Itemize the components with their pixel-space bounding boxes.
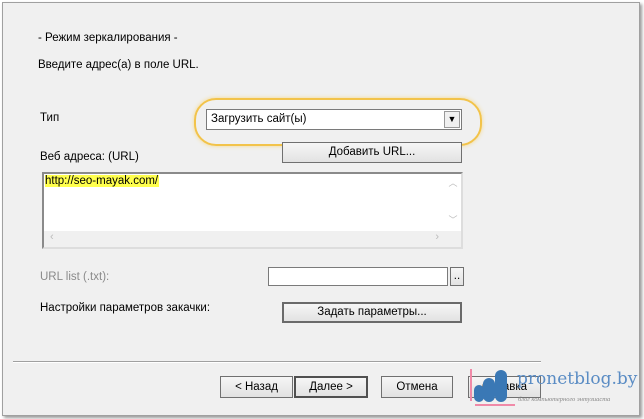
cancel-button[interactable]: Отмена xyxy=(381,376,453,398)
add-url-button[interactable]: Добавить URL... xyxy=(282,142,462,163)
separator xyxy=(13,361,541,363)
type-label: Тип xyxy=(40,112,60,124)
settings-label: Настройки параметров закачки: xyxy=(40,302,211,314)
watermark-tagline: блог компьютерного энтузиаста xyxy=(518,396,611,403)
type-selected: Загрузить сайт(ы) xyxy=(211,113,307,125)
instruction-text: Введите адрес(а) в поле URL. xyxy=(38,59,199,71)
watermark-underline xyxy=(475,404,515,406)
next-button[interactable]: Далее > xyxy=(294,376,368,398)
urls-textarea[interactable]: http://seo-mayak.com/ ︿ ﹀ ‹ › xyxy=(42,172,463,249)
logo-bar-icon xyxy=(495,370,507,402)
browse-button[interactable]: .. xyxy=(450,267,464,286)
logo-bar-icon xyxy=(483,378,495,402)
back-button[interactable]: < Назад xyxy=(220,376,293,398)
horizontal-scrollbar[interactable]: ‹ › xyxy=(44,231,461,247)
chevron-down-icon[interactable]: ▼ xyxy=(444,111,460,128)
wizard-window: - Режим зеркалирования - Введите адрес(а… xyxy=(2,2,640,416)
type-select[interactable]: Загрузить сайт(ы) ▼ xyxy=(206,109,462,130)
vertical-scrollbar[interactable]: ︿ ﹀ xyxy=(445,174,461,231)
set-parameters-button[interactable]: Задать параметры... xyxy=(282,302,462,323)
url-text: http://seo-mayak.com/ xyxy=(45,175,160,187)
urls-label: Веб адреса: (URL) xyxy=(40,151,139,163)
watermark: pronetblog.by блог компьютерного энтузиа… xyxy=(468,369,638,415)
url-list-label: URL list (.txt): xyxy=(40,271,110,283)
url-list-input[interactable] xyxy=(268,267,448,286)
mode-heading: - Режим зеркалирования - xyxy=(38,32,178,44)
watermark-site: pronetblog.by xyxy=(517,369,638,389)
watermark-bar xyxy=(470,369,472,401)
